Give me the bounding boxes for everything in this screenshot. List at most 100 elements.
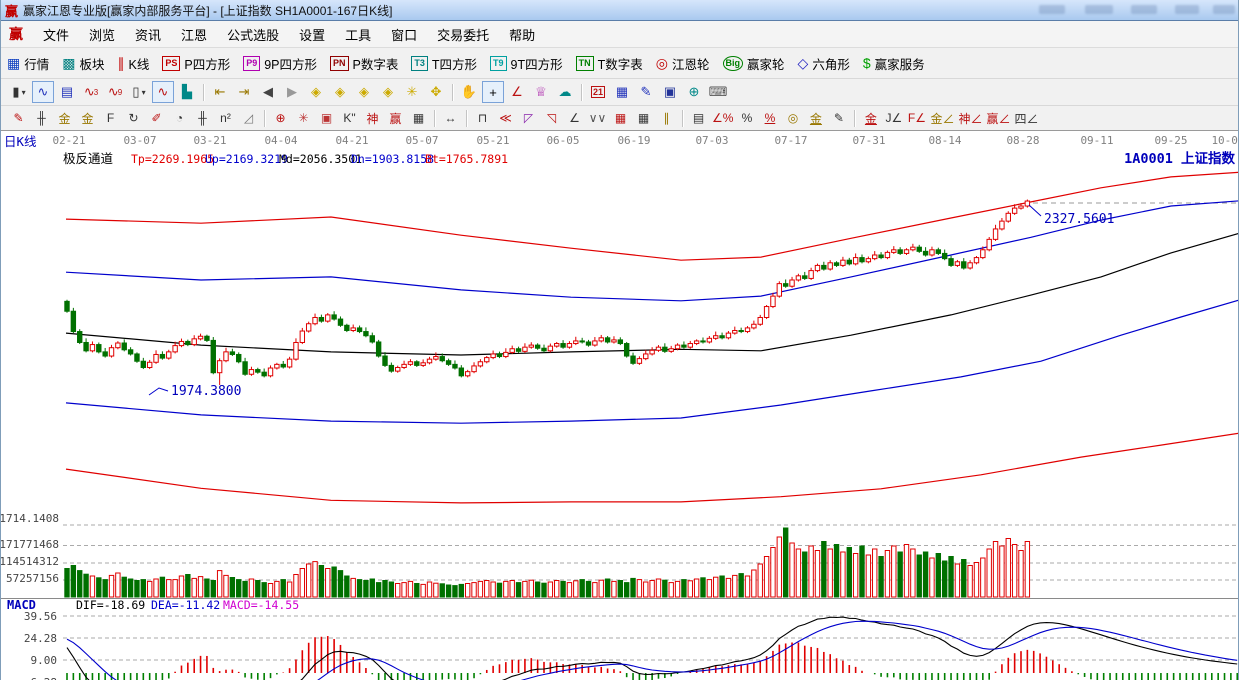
stats-table-button[interactable]: ▤ bbox=[688, 108, 709, 128]
gold-ruler1-button[interactable]: 金 bbox=[54, 108, 75, 128]
gann-fan-purple-button[interactable]: ◸ bbox=[518, 108, 539, 128]
spiral-square-button[interactable]: ▣ bbox=[316, 108, 337, 128]
save-button[interactable]: ▣ bbox=[659, 81, 681, 103]
gann-box-button[interactable]: ⊓ bbox=[472, 108, 493, 128]
prev-page-button[interactable]: ◀ bbox=[257, 81, 279, 103]
notepad-button[interactable]: ✎ bbox=[635, 81, 657, 103]
t-square-button[interactable]: T3T四方形 bbox=[411, 54, 477, 73]
fan-shape-button[interactable]: ◿ bbox=[238, 108, 259, 128]
menu-settings[interactable]: 设置 bbox=[289, 22, 335, 47]
menu-help[interactable]: 帮助 bbox=[499, 22, 545, 47]
percent-line-button[interactable]: ∠% bbox=[711, 108, 734, 128]
diamond-left-button[interactable]: ◈ bbox=[305, 81, 327, 103]
diamond-x-button[interactable]: ◈ bbox=[377, 81, 399, 103]
menu-gann[interactable]: 江恩 bbox=[171, 22, 217, 47]
menu-browse[interactable]: 浏览 bbox=[79, 22, 125, 47]
last-page-button[interactable]: ⇥ bbox=[233, 81, 255, 103]
ying-ruler-button[interactable]: 赢 bbox=[385, 108, 406, 128]
gann-pattern-blue-button[interactable]: ∿ bbox=[32, 81, 54, 103]
candle-style-button[interactable]: ▯▾ bbox=[128, 81, 150, 103]
grid-123-button[interactable]: ▦ bbox=[408, 108, 429, 128]
gann-fan-red-button[interactable]: ≪ bbox=[495, 108, 516, 128]
t-number-table-button[interactable]: TNT数字表 bbox=[576, 54, 643, 73]
wave-9-button[interactable]: ∿9 bbox=[104, 81, 126, 103]
width-measure-button[interactable]: ↔ bbox=[440, 108, 461, 128]
n2-ruler-button[interactable]: n² bbox=[215, 108, 236, 128]
winner-wheel-button[interactable]: Big赢家轮 bbox=[723, 54, 785, 73]
pencil-tool-button[interactable]: ✎ bbox=[8, 108, 29, 128]
k-mark-button[interactable]: K" bbox=[339, 108, 360, 128]
winner-service-button[interactable]: $赢家服务 bbox=[863, 54, 925, 73]
jin-angle-button[interactable]: 金∠ bbox=[929, 108, 955, 128]
calculator-button[interactable]: ▦ bbox=[611, 81, 633, 103]
gann-fan-square-button[interactable]: ◹ bbox=[541, 108, 562, 128]
hexagon-button[interactable]: ◇六角形 bbox=[798, 54, 850, 73]
angle-tool-button[interactable]: ∠ bbox=[506, 81, 528, 103]
diamond-cross-button[interactable]: ◈ bbox=[353, 81, 375, 103]
kline-button[interactable]: ∥K线 bbox=[118, 54, 150, 73]
shen-ruler-icon: 神 bbox=[366, 110, 378, 127]
si-angle-button[interactable]: 四∠ bbox=[1013, 108, 1039, 128]
starburst-tool-button[interactable]: ✳ bbox=[293, 108, 314, 128]
shen-angle-button[interactable]: 神∠ bbox=[957, 108, 983, 128]
grid-red-button[interactable]: ▦ bbox=[610, 108, 631, 128]
candle bbox=[90, 345, 94, 351]
t9-square-button[interactable]: T99T四方形 bbox=[490, 54, 563, 73]
p9-square-button[interactable]: P99P四方形 bbox=[243, 54, 317, 73]
spiral-tool-button[interactable]: ↻ bbox=[123, 108, 144, 128]
candle bbox=[122, 343, 126, 350]
p-number-table-button[interactable]: PNP数字表 bbox=[330, 54, 398, 73]
volume-profile-button[interactable]: ▙ bbox=[176, 81, 198, 103]
grid-arrow-button[interactable]: ▦ bbox=[633, 108, 654, 128]
p-square-button[interactable]: PSP四方形 bbox=[162, 54, 230, 73]
crown-tool-button[interactable]: ♕ bbox=[530, 81, 552, 103]
menu-trade[interactable]: 交易委托 bbox=[427, 22, 499, 47]
menu-formula-stockpick[interactable]: 公式选股 bbox=[217, 22, 289, 47]
crosshair-tool-button[interactable]: + bbox=[482, 81, 504, 103]
j-angle-button[interactable]: J∠ bbox=[883, 108, 904, 128]
period-day-button[interactable]: ▮▾ bbox=[8, 81, 30, 103]
percent-levels-button[interactable]: % bbox=[759, 108, 780, 128]
gann-pattern-red-button[interactable]: ∿ bbox=[152, 81, 174, 103]
web-button[interactable]: ⊕ bbox=[683, 81, 705, 103]
export-button[interactable]: ⌨ bbox=[707, 81, 729, 103]
time-cycle-button[interactable]: ◔ bbox=[169, 108, 190, 128]
menu-window[interactable]: 窗口 bbox=[381, 22, 427, 47]
pencil-ruler-button[interactable]: ✐ bbox=[146, 108, 167, 128]
diamond-star-button[interactable]: ✳ bbox=[401, 81, 423, 103]
cloud-tool-button[interactable]: ☁ bbox=[554, 81, 576, 103]
quotes-button[interactable]: ▦行情 bbox=[7, 54, 49, 73]
target-tool-button[interactable]: ⊕ bbox=[270, 108, 291, 128]
wave-3-button[interactable]: ∿3 bbox=[80, 81, 102, 103]
shen-ruler-button[interactable]: 神 bbox=[362, 108, 383, 128]
menu-tools[interactable]: 工具 bbox=[335, 22, 381, 47]
gold-ruler2-button[interactable]: 金 bbox=[77, 108, 98, 128]
ying-angle-button[interactable]: 赢∠ bbox=[985, 108, 1011, 128]
hand-tool-button[interactable]: ✋ bbox=[458, 81, 480, 103]
gann-wheel-button[interactable]: ◎江恩轮 bbox=[656, 54, 710, 73]
sectors-button[interactable]: ▩板块 bbox=[62, 54, 104, 73]
menu-news[interactable]: 资讯 bbox=[125, 22, 171, 47]
price-mark-button[interactable]: ✎ bbox=[828, 108, 849, 128]
ruler2-tool-button[interactable]: ╫ bbox=[192, 108, 213, 128]
f-ruler-button[interactable]: F bbox=[100, 108, 121, 128]
percent-tool-button[interactable]: % bbox=[736, 108, 757, 128]
ruler-tool-button[interactable]: ╫ bbox=[31, 108, 52, 128]
icon-subscript: 9 bbox=[118, 88, 122, 97]
zigzag-tool-button[interactable]: ∨∨ bbox=[587, 108, 608, 128]
diamond-move-button[interactable]: ✥ bbox=[425, 81, 447, 103]
chart-canvas[interactable]: 02-2103-0703-2104-0404-2105-0705-2106-05… bbox=[1, 131, 1239, 680]
f-angle-button[interactable]: F∠ bbox=[906, 108, 927, 128]
gold-levels-button[interactable]: 金 bbox=[805, 108, 826, 128]
calendar-21-button[interactable]: 21 bbox=[587, 81, 609, 103]
info-note-button[interactable]: ▤ bbox=[56, 81, 78, 103]
gold-circle-button[interactable]: ◎ bbox=[782, 108, 803, 128]
next-page-button[interactable]: ▶ bbox=[281, 81, 303, 103]
first-page-button[interactable]: ⇤ bbox=[209, 81, 231, 103]
diamond-down-button[interactable]: ◈ bbox=[329, 81, 351, 103]
menu-file[interactable]: 文件 bbox=[33, 22, 79, 47]
parallel-lines-button[interactable]: ∥ bbox=[656, 108, 677, 128]
gold-angle-button[interactable]: 金 bbox=[860, 108, 881, 128]
icon-subscript: 3 bbox=[94, 88, 98, 97]
angle-lines-button[interactable]: ∠ bbox=[564, 108, 585, 128]
